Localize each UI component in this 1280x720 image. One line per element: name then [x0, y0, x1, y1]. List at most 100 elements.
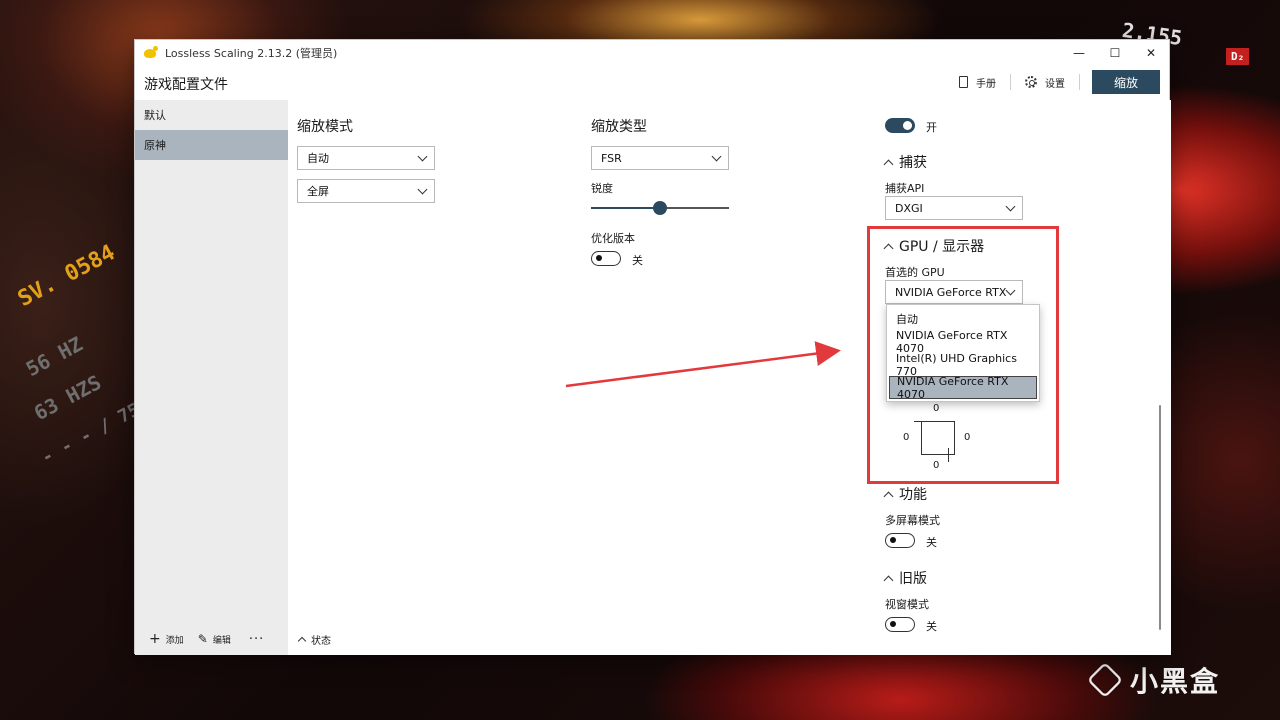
- add-profile-button[interactable]: + 添加: [149, 631, 184, 647]
- scaling-type-title: 缩放类型: [591, 119, 647, 135]
- master-toggle[interactable]: [885, 118, 915, 133]
- minimize-button[interactable]: —: [1061, 40, 1097, 66]
- chevron-down-icon: [1005, 285, 1016, 296]
- sharpness-slider-fill: [591, 207, 660, 209]
- toggle-knob: [890, 621, 896, 627]
- chevron-down-icon: [417, 151, 428, 162]
- features-title: 功能: [899, 487, 927, 503]
- maximize-button[interactable]: ☐: [1097, 40, 1133, 66]
- window-title: Lossless Scaling 2.13.2 (管理员): [165, 47, 338, 60]
- legacy-title: 旧版: [899, 571, 927, 587]
- offset-preview-line: [914, 421, 928, 422]
- gpu-option-rtx4070[interactable]: NVIDIA GeForce RTX 4070: [889, 329, 1037, 355]
- app-window: Lossless Scaling 2.13.2 (管理员) — ☐ ✕ 游戏配置…: [134, 39, 1171, 655]
- gpu-section-header[interactable]: GPU / 显示器: [883, 236, 985, 256]
- window-mode-value: 全屏: [307, 185, 329, 198]
- scale-button[interactable]: 缩放: [1092, 70, 1160, 94]
- preferred-gpu-label: 首选的 GPU: [885, 266, 945, 279]
- add-label: 添加: [165, 635, 184, 646]
- chevron-up-icon: [883, 491, 894, 501]
- windowed-mode-label: 视窗模式: [885, 598, 929, 611]
- capture-title: 捕获: [899, 155, 927, 171]
- offset-preview-line: [948, 448, 949, 462]
- gpu-title: GPU / 显示器: [899, 239, 985, 255]
- settings-link[interactable]: 设置: [1015, 75, 1075, 90]
- scaling-type-value: FSR: [601, 151, 622, 165]
- gpu-option-rtx4070-selected[interactable]: NVIDIA GeForce RTX 4070: [889, 375, 1037, 401]
- sidebar-footer: + 添加 ✎ 编辑 ···: [135, 631, 288, 647]
- features-section-header[interactable]: 功能: [883, 484, 927, 504]
- window-mode-select[interactable]: 全屏: [297, 179, 435, 203]
- capture-api-label: 捕获API: [885, 182, 925, 195]
- chevron-down-icon: [417, 184, 428, 195]
- optimized-version-toggle[interactable]: [591, 251, 621, 266]
- page-title: 游戏配置文件: [144, 77, 228, 93]
- chevron-up-icon: [883, 159, 894, 169]
- scaling-mode-title: 缩放模式: [297, 119, 353, 135]
- sharpness-label: 锐度: [591, 182, 613, 195]
- gpu-dropdown-list: 自动 NVIDIA GeForce RTX 4070 Intel(R) UHD …: [886, 304, 1040, 402]
- scaling-mode-value: 自动: [307, 152, 329, 165]
- title-bar[interactable]: Lossless Scaling 2.13.2 (管理员) — ☐ ✕: [135, 40, 1169, 66]
- window-controls: — ☐ ✕: [1061, 40, 1169, 66]
- content-scrollbar[interactable]: [1159, 405, 1161, 630]
- capture-api-value: DXGI: [895, 201, 923, 215]
- toggle-knob: [596, 255, 602, 261]
- offset-bottom-value: 0: [933, 460, 940, 471]
- sidebar-item-genshin[interactable]: 原神: [135, 130, 288, 160]
- offset-preview-box: [921, 421, 955, 455]
- gpu-option-intel-uhd770[interactable]: Intel(R) UHD Graphics 770: [889, 352, 1037, 378]
- gpu-option-auto[interactable]: 自动: [889, 307, 1037, 330]
- close-button[interactable]: ✕: [1133, 40, 1169, 66]
- scaling-mode-select[interactable]: 自动: [297, 146, 435, 170]
- header-actions: 手册 设置 缩放: [949, 70, 1160, 94]
- pencil-icon: ✎: [197, 632, 208, 646]
- chevron-down-icon: [711, 151, 722, 162]
- sharpness-slider[interactable]: [591, 201, 729, 215]
- manual-label: 手册: [976, 78, 996, 90]
- offset-right-value: 0: [964, 432, 971, 443]
- toggle-knob: [890, 537, 896, 543]
- header: 游戏配置文件 手册 设置 缩放: [135, 66, 1169, 98]
- toggle-knob: [903, 121, 912, 130]
- legacy-section-header[interactable]: 旧版: [883, 568, 927, 588]
- more-options-icon[interactable]: ···: [249, 632, 264, 647]
- windowed-mode-toggle[interactable]: [885, 617, 915, 632]
- edit-profile-button[interactable]: ✎ 编辑: [198, 633, 231, 646]
- book-icon: [959, 76, 968, 88]
- multi-screen-toggle[interactable]: [885, 533, 915, 548]
- preferred-gpu-select[interactable]: NVIDIA GeForce RTX: [885, 280, 1023, 304]
- chevron-down-icon: [1005, 201, 1016, 212]
- multi-screen-state: 关: [926, 536, 937, 549]
- header-divider: [1079, 74, 1080, 90]
- multi-screen-label: 多屏幕模式: [885, 514, 940, 527]
- optimized-version-state: 关: [632, 254, 643, 267]
- scaling-type-select[interactable]: FSR: [591, 146, 729, 170]
- hud-readout-hz: 56 HZ: [22, 331, 87, 382]
- status-section-header[interactable]: 状态: [297, 632, 331, 647]
- hud-readout-hzs: 63 HZS: [30, 370, 106, 426]
- offset-left-value: 0: [903, 432, 910, 443]
- gear-icon: [1025, 76, 1037, 88]
- preferred-gpu-value: NVIDIA GeForce RTX: [895, 285, 1007, 299]
- chevron-up-icon: [883, 575, 894, 585]
- sidebar-item-default[interactable]: 默认: [135, 100, 288, 130]
- header-divider: [1010, 74, 1011, 90]
- hud-readout-sv: SV. 0584: [14, 240, 120, 313]
- capture-section-header[interactable]: 捕获: [883, 152, 927, 172]
- master-toggle-state: 开: [926, 121, 937, 134]
- sharpness-slider-thumb[interactable]: [653, 201, 667, 215]
- capture-api-select[interactable]: DXGI: [885, 196, 1023, 220]
- edit-label: 编辑: [212, 635, 231, 646]
- manual-link[interactable]: 手册: [949, 75, 1006, 90]
- status-label: 状态: [311, 636, 331, 647]
- optimized-version-label: 优化版本: [591, 232, 635, 245]
- xiaoheihe-logo-icon: [1086, 661, 1124, 699]
- windowed-mode-state: 关: [926, 620, 937, 633]
- profile-sidebar: 默认 原神 + 添加 ✎ 编辑 ···: [135, 100, 288, 655]
- settings-label: 设置: [1045, 78, 1065, 90]
- watermark-text: 小黑盒: [1130, 665, 1221, 698]
- chevron-up-icon: [297, 636, 307, 646]
- duck-app-icon: [143, 46, 159, 60]
- plus-icon: +: [149, 631, 161, 647]
